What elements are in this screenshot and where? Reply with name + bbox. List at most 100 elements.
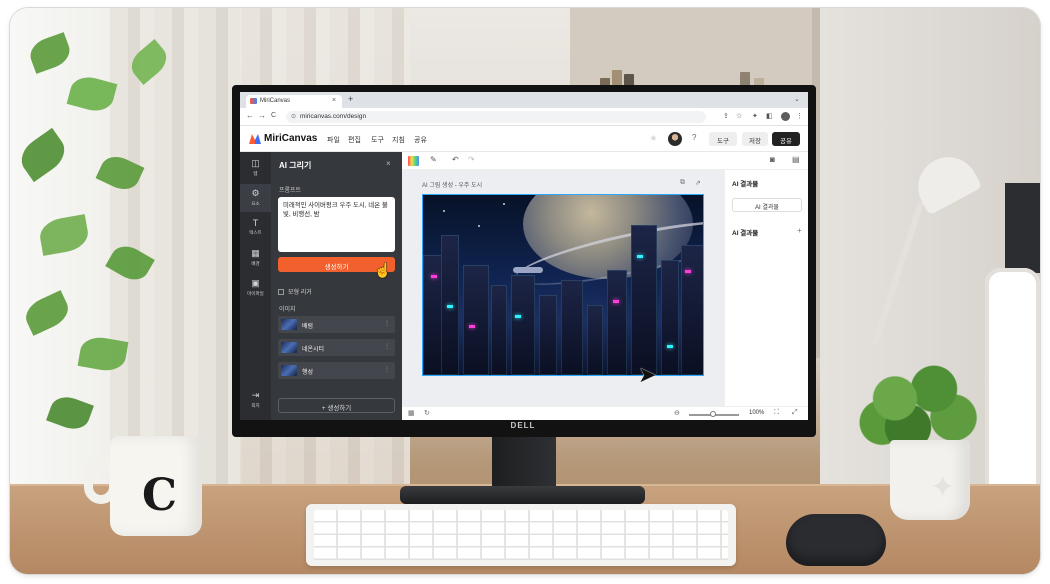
menu-file[interactable]: 파일 <box>327 135 340 145</box>
bookmark-star-icon[interactable]: ☆ <box>736 112 742 120</box>
redo-icon[interactable]: ↷ <box>468 155 475 164</box>
status-bar: ▦ ↻ ⊖ 100% ⛶ ⤢ <box>402 406 808 420</box>
drag-handle-icon[interactable]: ⋮ <box>384 366 390 373</box>
rail-item-text[interactable]: T 텍스트 <box>240 214 271 242</box>
rail-item-layout[interactable]: ◫ 템 <box>240 154 271 182</box>
keyboard-key-rows <box>314 510 728 560</box>
app-logo-text[interactable]: MiriCanvas <box>264 133 317 144</box>
user-avatar[interactable] <box>668 132 682 146</box>
background-monitor <box>1005 183 1040 273</box>
back-button[interactable]: ← <box>246 111 254 120</box>
neon-sign <box>637 255 643 258</box>
rail-item-elements[interactable]: ⚙ 요소 <box>240 184 271 212</box>
monitor-brand: DELL <box>510 421 536 430</box>
prompt-label: 프롬프트 <box>279 188 302 194</box>
canvas-page-title: AI 그림 생성 - 우주 도시 <box>422 183 483 189</box>
menu-tools[interactable]: 도구 <box>371 135 384 145</box>
new-tab-button[interactable]: + <box>348 94 353 104</box>
help-icon[interactable]: ? <box>692 133 696 142</box>
neon-sign <box>469 325 475 328</box>
rail-label: 요소 <box>251 201 260 206</box>
history-item[interactable]: 네온시티 ⋮ <box>278 339 395 356</box>
sparkle-icon[interactable]: ✳ <box>650 134 657 143</box>
rail-item-myfiles[interactable]: ▣ 마이파일 <box>240 274 271 302</box>
building <box>511 275 535 375</box>
create-new-button[interactable]: + 생성하기 <box>278 398 395 413</box>
panel-close-icon[interactable]: × <box>386 159 391 168</box>
building <box>587 305 603 375</box>
building <box>539 295 557 375</box>
ai-results-panel: AI 결과물 AI 결과물 AI 결과물 + <box>724 170 808 406</box>
grid-icon[interactable]: ▦ <box>408 409 415 417</box>
undo-icon[interactable]: ↶ <box>452 155 459 164</box>
elements-icon: ⚙ <box>251 188 260 198</box>
reload-button[interactable]: C <box>271 112 276 119</box>
tab-list-chevron-icon[interactable]: ⌄ <box>794 95 800 103</box>
neon-sign <box>667 345 673 348</box>
prompt-textarea[interactable]: 미래적인 사이버펑크 우주 도시, 네온 불빛, 비행선, 밤 <box>278 197 395 252</box>
text-icon: T <box>252 218 259 228</box>
tools-button[interactable]: 도구 <box>709 132 737 146</box>
drag-handle-icon[interactable]: ⋮ <box>384 343 390 350</box>
neon-sign <box>613 300 619 303</box>
tab-close-icon[interactable]: × <box>332 97 336 104</box>
building <box>631 225 657 375</box>
layout-icon: ◫ <box>251 158 260 168</box>
share-page-icon[interactable]: ⇪ <box>723 112 729 120</box>
spaceship <box>513 267 543 273</box>
rail-item-exit[interactable]: ⇥ 최지 <box>240 386 271 414</box>
browser-menu-icon[interactable]: ⋮ <box>796 112 803 120</box>
lock-icon: ⊙ <box>291 114 297 120</box>
extensions-icon[interactable]: ✦ <box>752 112 758 120</box>
ai-results-button[interactable]: AI 결과물 <box>732 198 802 212</box>
url-input[interactable]: ⊙ miricanvas.com/design <box>286 111 706 123</box>
sync-icon[interactable]: ↻ <box>424 409 430 417</box>
browser-tab[interactable]: MiriCanvas × <box>246 95 342 108</box>
neon-sign <box>447 305 453 308</box>
exit-icon: ⇥ <box>251 390 260 400</box>
building <box>661 260 679 375</box>
export-page-icon[interactable]: ⇗ <box>695 179 701 187</box>
rail-item-background[interactable]: ▦ 배경 <box>240 244 271 272</box>
results-title: AI 결과물 <box>732 181 759 188</box>
sparkle-watermark-icon: ✦ <box>930 471 956 504</box>
add-result-icon[interactable]: + <box>797 226 802 235</box>
clipboard-icon[interactable]: ▤ <box>792 155 800 164</box>
monitor-stand-base <box>400 486 645 504</box>
building <box>607 270 627 375</box>
checkbox[interactable] <box>278 289 284 295</box>
profile-avatar[interactable] <box>781 112 790 121</box>
sidebar-icon[interactable]: ◧ <box>766 112 773 120</box>
save-button[interactable]: 저장 <box>742 132 768 146</box>
miricanvas-logo-icon <box>249 134 261 144</box>
share-button[interactable]: 공유 <box>772 132 800 146</box>
keyboard <box>306 504 736 566</box>
building <box>491 285 507 375</box>
history-item[interactable]: 배럼 ⋮ <box>278 316 395 333</box>
building <box>681 245 703 375</box>
color-palette-icon[interactable] <box>408 156 419 166</box>
generated-artwork[interactable] <box>422 194 704 376</box>
duplicate-page-icon[interactable]: ⧉ <box>680 179 685 187</box>
panel-title: AI 그리기 <box>279 161 312 170</box>
url-text: miricanvas.com/design <box>300 113 367 120</box>
menu-guide[interactable]: 지침 <box>392 135 405 145</box>
fullscreen-icon[interactable]: ⤢ <box>792 409 798 417</box>
camera-icon[interactable]: ◙ <box>770 155 775 164</box>
checkbox-row[interactable]: 모형 리거 <box>278 287 312 296</box>
menu-share[interactable]: 공유 <box>414 135 427 145</box>
history-thumbnail <box>281 342 297 353</box>
star <box>478 225 480 227</box>
pen-icon[interactable]: ✎ <box>430 155 437 164</box>
results-section-title: AI 결과물 <box>732 230 759 237</box>
history-item[interactable]: 행성 ⋮ <box>278 362 395 379</box>
zoom-value: 100% <box>749 410 765 416</box>
rail-label: 최지 <box>251 403 260 408</box>
zoom-slider-handle[interactable] <box>710 411 716 417</box>
menu-edit[interactable]: 편집 <box>348 135 361 145</box>
zoom-out-icon[interactable]: ⊖ <box>674 409 680 417</box>
fit-screen-icon[interactable]: ⛶ <box>774 409 779 417</box>
forward-button[interactable]: → <box>258 111 266 120</box>
history-item-label: 배럼 <box>302 324 314 330</box>
drag-handle-icon[interactable]: ⋮ <box>384 320 390 327</box>
